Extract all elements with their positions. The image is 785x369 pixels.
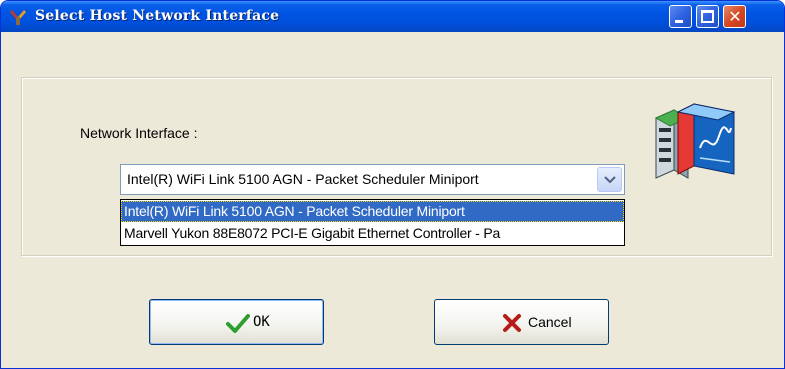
dropdown-toggle-button[interactable] [597,167,622,192]
cancel-button-label: Cancel [528,314,572,330]
window-title: Select Host Network Interface [35,8,280,24]
close-icon: ✕ [728,7,742,26]
dropdown-option-selected[interactable]: Intel(R) WiFi Link 5100 AGN - Packet Sch… [121,201,624,222]
combobox-selected-value: Intel(R) WiFi Link 5100 AGN - Packet Sch… [127,171,479,187]
network-interface-label: Network Interface : [80,125,198,141]
network-adapter-icon [652,98,738,182]
network-interface-combobox[interactable]: Intel(R) WiFi Link 5100 AGN - Packet Sch… [120,164,625,195]
cancel-x-icon [502,313,522,338]
tools-icon [9,8,27,26]
chevron-down-icon [604,176,616,184]
dialog-window: Select Host Network Interface ✕ Network … [0,0,785,369]
maximize-button[interactable] [696,5,719,28]
ok-button-label: OK [253,314,270,330]
ok-button[interactable]: OK [149,299,324,345]
dropdown-option[interactable]: Marvell Yukon 88E8072 PCI-E Gigabit Ethe… [121,223,624,244]
minimize-icon [675,20,683,23]
close-button[interactable]: ✕ [723,5,746,28]
cancel-button[interactable]: Cancel [434,299,609,345]
minimize-button[interactable] [669,5,692,28]
checkmark-icon [226,313,250,338]
title-bar[interactable]: Select Host Network Interface ✕ [1,1,784,32]
interface-dropdown-list: Intel(R) WiFi Link 5100 AGN - Packet Sch… [120,199,625,246]
maximize-icon [701,10,714,23]
